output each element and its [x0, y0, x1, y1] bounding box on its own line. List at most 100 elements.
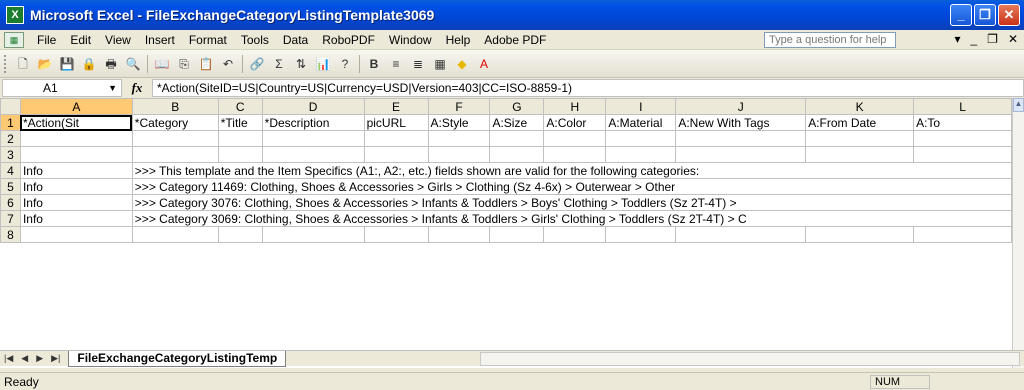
- cell[interactable]: [675, 226, 807, 243]
- sheet-tab[interactable]: FileExchangeCategoryListingTemp: [68, 350, 287, 367]
- cell[interactable]: [543, 226, 607, 243]
- row-header[interactable]: 4: [0, 162, 21, 179]
- cell[interactable]: [363, 226, 429, 243]
- autosum-icon[interactable]: Σ: [270, 55, 288, 73]
- row-header[interactable]: 2: [0, 130, 21, 147]
- menu-window[interactable]: Window: [382, 33, 439, 47]
- cell[interactable]: [605, 130, 677, 147]
- excel-app-icon[interactable]: X: [6, 6, 24, 24]
- cell[interactable]: [913, 146, 1012, 163]
- toolbar-grip[interactable]: [4, 54, 8, 73]
- last-sheet-icon[interactable]: ▶|: [47, 353, 64, 364]
- column-header-e[interactable]: E: [363, 98, 429, 115]
- font-color-icon[interactable]: A: [475, 55, 493, 73]
- menu-help[interactable]: Help: [439, 33, 478, 47]
- prev-sheet-icon[interactable]: ◀: [17, 353, 32, 364]
- save-icon[interactable]: 💾: [58, 55, 76, 73]
- cell[interactable]: [427, 226, 491, 243]
- menu-tools[interactable]: Tools: [234, 33, 276, 47]
- help-search-input[interactable]: Type a question for help: [764, 32, 896, 48]
- cell-b7[interactable]: >>> Category 3069: Clothing, Shoes & Acc…: [131, 210, 1012, 227]
- cell[interactable]: [217, 226, 263, 243]
- window-restore-icon[interactable]: ❐: [987, 32, 998, 46]
- cell[interactable]: [19, 226, 133, 243]
- permission-icon[interactable]: 🔒: [80, 55, 98, 73]
- menu-robopdf[interactable]: RoboPDF: [315, 33, 382, 47]
- paste-icon[interactable]: 📋: [197, 55, 215, 73]
- column-header-g[interactable]: G: [489, 98, 545, 115]
- cell[interactable]: [19, 146, 133, 163]
- align-center-icon[interactable]: ≣: [409, 55, 427, 73]
- cell-b5[interactable]: >>> Category 11469: Clothing, Shoes & Ac…: [131, 178, 1012, 195]
- open-icon[interactable]: 📂: [36, 55, 54, 73]
- cell[interactable]: [217, 130, 263, 147]
- cell-a6[interactable]: Info: [19, 194, 133, 211]
- help-dropdown-icon[interactable]: ▾: [954, 32, 960, 46]
- formula-input[interactable]: *Action(SiteID=US|Country=US|Currency=US…: [152, 79, 1024, 97]
- new-icon[interactable]: 🗋: [14, 55, 32, 73]
- row-header[interactable]: 1: [0, 114, 21, 131]
- cell-h1[interactable]: A:Color: [543, 114, 607, 131]
- window-close-icon[interactable]: ✕: [1008, 32, 1018, 46]
- undo-icon[interactable]: ↶: [219, 55, 237, 73]
- restore-button[interactable]: ❐: [974, 4, 996, 26]
- cell[interactable]: [261, 226, 365, 243]
- column-header-a[interactable]: A: [19, 98, 133, 115]
- chevron-down-icon[interactable]: ▼: [108, 80, 117, 96]
- cell[interactable]: [363, 130, 429, 147]
- borders-icon[interactable]: ▦: [431, 55, 449, 73]
- cell[interactable]: [913, 226, 1012, 243]
- vertical-scrollbar[interactable]: ▲: [1012, 98, 1024, 368]
- menu-view[interactable]: View: [98, 33, 138, 47]
- first-sheet-icon[interactable]: |◀: [0, 353, 17, 364]
- cell[interactable]: [19, 130, 133, 147]
- cell-a1[interactable]: *Action(Sit: [19, 114, 133, 131]
- cell[interactable]: [805, 130, 915, 147]
- cell-f1[interactable]: A:Style: [427, 114, 491, 131]
- cell[interactable]: [261, 130, 365, 147]
- column-header-h[interactable]: H: [543, 98, 607, 115]
- cell[interactable]: [131, 226, 219, 243]
- cell-k1[interactable]: A:From Date: [805, 114, 915, 131]
- column-header-c[interactable]: C: [217, 98, 263, 115]
- cell-l1[interactable]: A:To: [913, 114, 1012, 131]
- menu-format[interactable]: Format: [182, 33, 234, 47]
- window-minimize-icon[interactable]: _: [970, 32, 977, 46]
- cell[interactable]: [675, 146, 807, 163]
- sort-ascending-icon[interactable]: ⇅: [292, 55, 310, 73]
- name-box[interactable]: A1 ▼: [2, 79, 122, 97]
- chart-wizard-icon[interactable]: 📊: [314, 55, 332, 73]
- help-icon[interactable]: ?: [336, 55, 354, 73]
- row-header[interactable]: 7: [0, 210, 21, 227]
- cell-b1[interactable]: *Category: [131, 114, 219, 131]
- select-all-corner[interactable]: [0, 98, 21, 115]
- bold-icon[interactable]: B: [365, 55, 383, 73]
- row-header[interactable]: 6: [0, 194, 21, 211]
- column-header-d[interactable]: D: [261, 98, 365, 115]
- cell[interactable]: [427, 146, 491, 163]
- menu-data[interactable]: Data: [276, 33, 315, 47]
- menu-file[interactable]: File: [30, 33, 63, 47]
- cell-a7[interactable]: Info: [19, 210, 133, 227]
- cell[interactable]: [805, 226, 915, 243]
- copy-icon[interactable]: ⎘: [175, 55, 193, 73]
- row-header[interactable]: 3: [0, 146, 21, 163]
- cell-b6[interactable]: >>> Category 3076: Clothing, Shoes & Acc…: [131, 194, 1012, 211]
- hyperlink-icon[interactable]: 🔗: [248, 55, 266, 73]
- cell-i1[interactable]: A:Material: [605, 114, 677, 131]
- cell[interactable]: [217, 146, 263, 163]
- cell-a4[interactable]: Info: [19, 162, 133, 179]
- align-left-icon[interactable]: ≡: [387, 55, 405, 73]
- cell[interactable]: [675, 130, 807, 147]
- cell-e1[interactable]: picURL: [363, 114, 429, 131]
- column-header-b[interactable]: B: [131, 98, 219, 115]
- next-sheet-icon[interactable]: ▶: [32, 353, 47, 364]
- cell[interactable]: [543, 130, 607, 147]
- cell-b4[interactable]: >>> This template and the Item Specifics…: [131, 162, 1012, 179]
- menu-adobe-pdf[interactable]: Adobe PDF: [477, 33, 553, 47]
- cell[interactable]: [261, 146, 365, 163]
- column-header-l[interactable]: L: [913, 98, 1012, 115]
- cell-j1[interactable]: A:New With Tags: [675, 114, 807, 131]
- print-icon[interactable]: 🖶: [102, 55, 120, 73]
- minimize-button[interactable]: _: [950, 4, 972, 26]
